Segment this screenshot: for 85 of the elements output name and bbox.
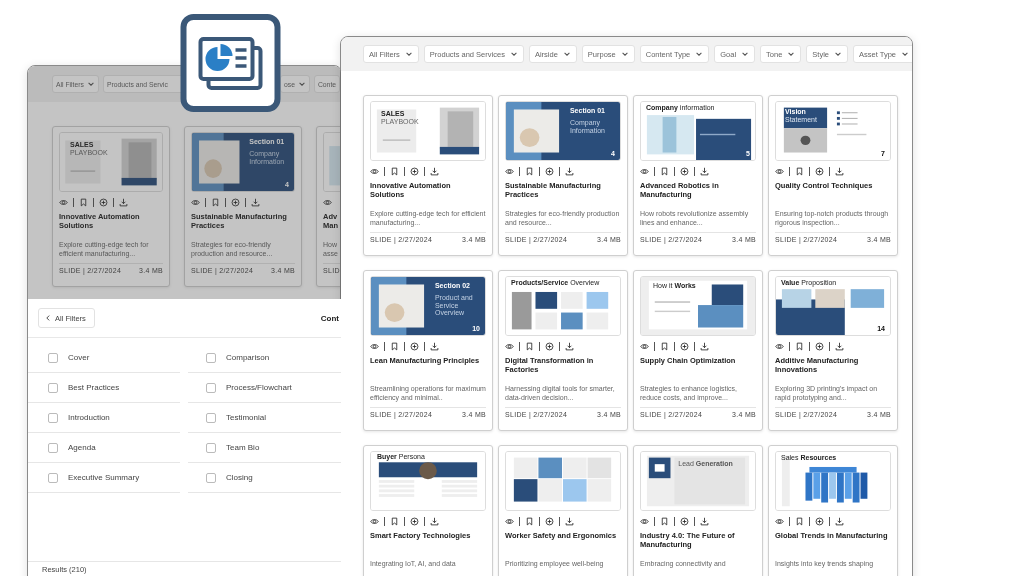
- download-icon[interactable]: [245, 198, 260, 207]
- bookmark-icon[interactable]: [519, 342, 534, 351]
- add-icon[interactable]: [809, 342, 824, 351]
- filter-option[interactable]: Agenda: [28, 433, 180, 463]
- bookmark-icon[interactable]: [654, 167, 669, 176]
- download-icon[interactable]: [424, 342, 439, 351]
- eye-icon[interactable]: [775, 517, 784, 526]
- bookmark-icon[interactable]: [519, 167, 534, 176]
- download-icon[interactable]: [424, 517, 439, 526]
- eye-icon[interactable]: [59, 198, 68, 207]
- download-icon[interactable]: [113, 198, 128, 207]
- bookmark-icon[interactable]: [789, 517, 804, 526]
- filter-option[interactable]: Cover: [28, 343, 180, 373]
- download-icon[interactable]: [829, 342, 844, 351]
- download-icon[interactable]: [559, 167, 574, 176]
- download-icon[interactable]: [694, 342, 709, 351]
- chevron-down-icon: [86, 80, 95, 88]
- add-icon[interactable]: [809, 517, 824, 526]
- checkbox[interactable]: [48, 382, 58, 393]
- bookmark-icon[interactable]: [73, 198, 88, 207]
- bookmark-icon[interactable]: [384, 342, 399, 351]
- bookmark-icon[interactable]: [384, 517, 399, 526]
- checkbox[interactable]: [48, 442, 58, 453]
- filter-option[interactable]: Introduction: [28, 403, 180, 433]
- add-icon[interactable]: [225, 198, 240, 207]
- chevron-down-icon: [404, 50, 413, 58]
- chevron-down-icon: [834, 50, 843, 58]
- add-icon[interactable]: [404, 342, 419, 351]
- download-icon[interactable]: [829, 517, 844, 526]
- download-icon[interactable]: [424, 167, 439, 176]
- checkbox[interactable]: [206, 472, 216, 483]
- add-icon[interactable]: [539, 167, 554, 176]
- eye-icon[interactable]: [640, 517, 649, 526]
- eye-icon[interactable]: [323, 198, 332, 207]
- add-icon[interactable]: [404, 167, 419, 176]
- chevron-down-icon: [297, 80, 306, 88]
- chevron-down-icon: [509, 50, 518, 58]
- eye-icon[interactable]: [505, 517, 514, 526]
- bookmark-icon[interactable]: [654, 342, 669, 351]
- chevron-down-icon: [562, 50, 571, 58]
- add-icon[interactable]: [404, 517, 419, 526]
- download-icon[interactable]: [559, 517, 574, 526]
- bookmark-icon[interactable]: [789, 342, 804, 351]
- bookmark-icon[interactable]: [205, 198, 220, 207]
- panel-heading: Cont: [320, 313, 339, 323]
- eye-icon[interactable]: [640, 342, 649, 351]
- checkbox[interactable]: [48, 472, 58, 483]
- filter-option[interactable]: Executive Summary: [28, 463, 180, 493]
- add-icon[interactable]: [674, 517, 689, 526]
- eye-icon[interactable]: [640, 167, 649, 176]
- download-icon[interactable]: [694, 517, 709, 526]
- eye-icon[interactable]: [370, 167, 379, 176]
- eye-icon[interactable]: [775, 167, 784, 176]
- eye-icon[interactable]: [370, 342, 379, 351]
- chevron-down-icon: [741, 50, 750, 58]
- add-icon[interactable]: [674, 167, 689, 176]
- chevron-down-icon: [695, 50, 704, 58]
- bookmark-icon[interactable]: [384, 167, 399, 176]
- eye-icon[interactable]: [505, 342, 514, 351]
- add-icon[interactable]: [93, 198, 108, 207]
- download-icon[interactable]: [829, 167, 844, 176]
- checkbox[interactable]: [48, 352, 58, 363]
- eye-icon[interactable]: [370, 517, 379, 526]
- add-icon[interactable]: [539, 517, 554, 526]
- bookmark-icon[interactable]: [519, 517, 534, 526]
- bookmark-icon[interactable]: [654, 517, 669, 526]
- add-icon[interactable]: [674, 342, 689, 351]
- add-icon[interactable]: [539, 342, 554, 351]
- add-icon[interactable]: [809, 167, 824, 176]
- eye-icon[interactable]: [775, 342, 784, 351]
- chevron-down-icon: [620, 50, 629, 58]
- chevron-down-icon: [901, 50, 909, 58]
- filter-option[interactable]: Best Practices: [28, 373, 180, 403]
- checkbox[interactable]: [206, 442, 216, 453]
- checkbox[interactable]: [206, 352, 216, 363]
- checkbox[interactable]: [206, 412, 216, 423]
- eye-icon[interactable]: [505, 167, 514, 176]
- checkbox[interactable]: [48, 412, 58, 423]
- bookmark-icon[interactable]: [789, 167, 804, 176]
- checkbox[interactable]: [206, 382, 216, 393]
- chevron-left-icon: [44, 314, 52, 322]
- eye-icon[interactable]: [191, 198, 200, 207]
- download-icon[interactable]: [694, 167, 709, 176]
- chevron-down-icon: [787, 50, 796, 58]
- download-icon[interactable]: [559, 342, 574, 351]
